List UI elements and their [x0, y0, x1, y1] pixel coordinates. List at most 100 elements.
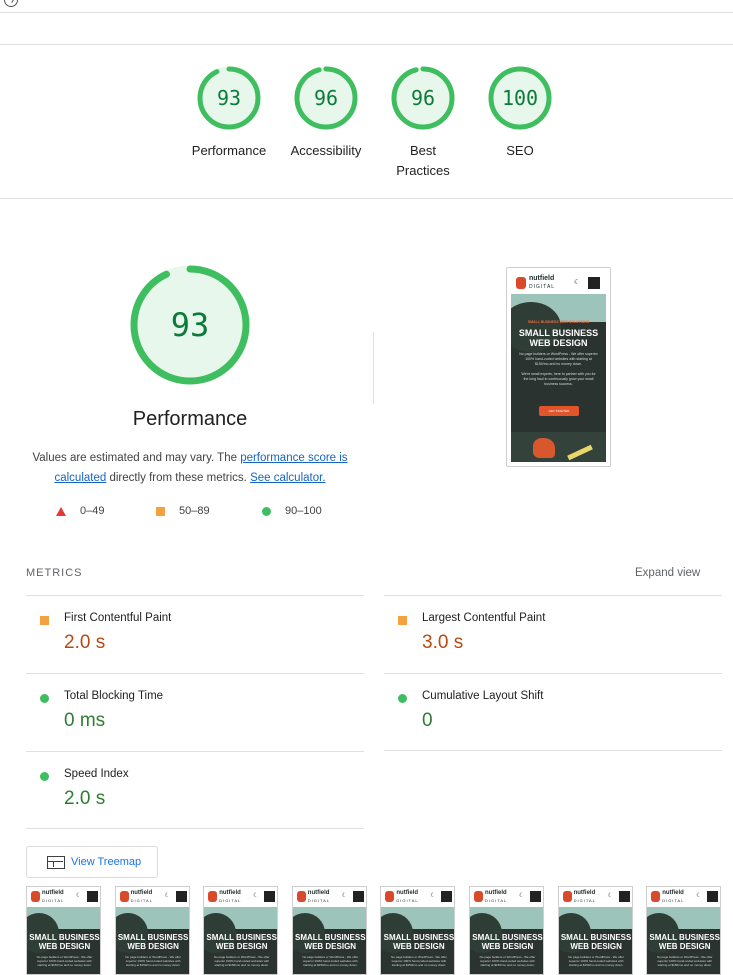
- performance-title: Performance: [132, 408, 248, 430]
- gauge-accessibility[interactable]: 96 Accessibility: [278, 65, 374, 161]
- metric-label: Largest Contentful Paint: [422, 612, 546, 624]
- hero-cta: GET STARTED: [539, 406, 579, 416]
- squirrel-logo-icon: [516, 277, 526, 289]
- hero-text: No page builders or WordPress - We offer…: [656, 955, 713, 967]
- squirrel-logo-icon: [296, 891, 306, 902]
- moon-icon: ☾: [519, 893, 525, 899]
- filmstrip-frame: nutfield DIGITAL ☾ SMALL BUSINESS WEB DESIG…: [380, 886, 456, 975]
- hero-title: SMALL BUSINESS WEB DESIGN: [472, 933, 543, 951]
- hero-title: SMALL BUSINESS WEB DESIGN: [649, 933, 720, 951]
- menu-icon: [352, 891, 364, 902]
- site-header: nutfield DIGITAL ☾: [292, 887, 366, 907]
- gauge-ring: 93: [196, 65, 262, 131]
- legend-average: 50–89: [156, 505, 210, 517]
- gauge-label: Best Practices: [396, 143, 450, 178]
- treemap-label: View Treemap: [71, 856, 142, 868]
- site-brand: nutfield DIGITAL: [573, 890, 596, 903]
- hero-text: No page builders or WordPress - We offer…: [125, 955, 181, 967]
- see-calculator-link[interactable]: See calculator.: [250, 472, 325, 484]
- metric-first-contentful-paint: First Contentful Paint 2.0 s: [26, 595, 364, 673]
- hero-title: SMALL BUSINESS WEB DESIGN: [560, 933, 632, 951]
- square-icon: [398, 616, 407, 625]
- legend-range: 50–89: [179, 505, 210, 517]
- filmstrip-frame: nutfield DIGITAL ☾ SMALL BUSINESS WEB DESIG…: [557, 886, 633, 975]
- circle-icon: [40, 694, 49, 703]
- gauge-score: 96: [313, 86, 339, 110]
- hero-text: No page builders or WordPress - We offer…: [36, 955, 93, 967]
- moon-icon: ☾: [574, 279, 581, 286]
- squirrel-logo-icon: [385, 891, 395, 902]
- squirrel-illustration: [533, 438, 555, 458]
- hero-title: SMALL BUSINESS WEB DESIGN: [29, 933, 100, 951]
- site-brand: nutfield DIGITAL: [219, 890, 242, 903]
- gauge-label: Accessibility: [290, 143, 362, 158]
- reload-icon[interactable]: [4, 0, 18, 7]
- metrics-heading: METRICS: [26, 567, 83, 579]
- legend-pass: 90–100: [262, 505, 322, 517]
- squirrel-logo-icon: [31, 891, 40, 902]
- squirrel-logo-icon: [474, 891, 483, 902]
- note-text: directly from these metrics.: [106, 472, 251, 484]
- expand-view-toggle[interactable]: Expand view: [635, 567, 700, 579]
- gauge-label: Performance: [191, 143, 267, 158]
- site-brand: nutfield DIGITAL: [307, 890, 331, 903]
- site-header: nutfield DIGITAL ☾: [511, 272, 606, 294]
- filmstrip-frame: nutfield DIGITAL ☾ SMALL BUSINESS WEB DESIG…: [469, 886, 544, 975]
- hero-title: SMALL BUSINESS WEB DESIGN: [295, 933, 366, 951]
- moon-icon: ☾: [76, 893, 82, 899]
- metric-value: 0: [422, 710, 433, 731]
- gauge-score: 96: [410, 86, 436, 110]
- moon-icon: ☾: [696, 893, 702, 899]
- metric-largest-contentful-paint: Largest Contentful Paint 3.0 s: [384, 595, 722, 673]
- site-header: nutfield DIGITAL ☾: [204, 887, 278, 907]
- gauge-ring: 96: [390, 65, 456, 131]
- moon-icon: ☾: [430, 893, 436, 899]
- filmstrip-frame: nutfield DIGITAL ☾ SMALL BUSINESS WEB DESIG…: [26, 886, 101, 975]
- site-brand: nutfield DIGITAL: [396, 890, 419, 903]
- hero-title: SMALL BUSINESS WEB DESIGN: [117, 933, 189, 951]
- divider: [373, 332, 374, 404]
- hero-text: No page builders or WordPress - We offer…: [519, 352, 598, 386]
- squirrel-logo-icon: [119, 891, 129, 902]
- site-header: nutfield DIGITAL ☾: [558, 887, 632, 907]
- filmstrip-frame: nutfield DIGITAL ☾ SMALL BUSINESS WEB DESIG…: [646, 886, 722, 975]
- hero-text: No page builders or WordPress - We offer…: [479, 955, 536, 967]
- triangle-icon: [56, 506, 66, 516]
- site-header: nutfield DIGITAL ☾: [647, 887, 721, 907]
- note-text: Values are estimated and may vary. The: [32, 452, 241, 464]
- gauge-label: SEO: [506, 143, 534, 158]
- final-screenshot[interactable]: nutfield DIGITAL ☾ SMALL BUSINESS WEB SOL…: [506, 267, 611, 467]
- top-toolbar: [0, 0, 733, 13]
- metric-total-blocking-time: Total Blocking Time 0 ms: [26, 673, 364, 751]
- metric-value: 2.0 s: [64, 632, 106, 653]
- divider: [26, 828, 364, 829]
- hero-text: No page builders or WordPress - We offer…: [302, 955, 359, 967]
- metric-label: First Contentful Paint: [64, 612, 172, 624]
- menu-icon: [441, 891, 453, 902]
- legend-fail: 0–49: [56, 505, 104, 517]
- divider: [384, 750, 722, 751]
- legend-range: 90–100: [285, 505, 322, 517]
- gauge-best-practices[interactable]: 96 Best Practices: [375, 65, 471, 181]
- site-header: nutfield DIGITAL ☾: [115, 887, 189, 907]
- circle-icon: [398, 694, 407, 703]
- performance-score: 93: [170, 306, 210, 344]
- site-brand: nutfield DIGITAL: [662, 890, 685, 903]
- treemap-icon: [47, 855, 65, 869]
- gauge-score: 100: [501, 86, 539, 110]
- gauge-seo[interactable]: 100 SEO: [472, 65, 568, 161]
- site-header: nutfield DIGITAL ☾: [381, 887, 455, 907]
- moon-icon: ☾: [607, 893, 613, 899]
- filmstrip-frame: nutfield DIGITAL ☾ SMALL BUSINESS WEB DESIG…: [291, 886, 367, 975]
- view-treemap-button[interactable]: View Treemap: [26, 846, 158, 878]
- gauge-performance[interactable]: 93 Performance: [181, 65, 277, 161]
- menu-icon: [588, 277, 600, 289]
- square-icon: [156, 506, 165, 516]
- site-brand: nutfield DIGITAL: [42, 890, 65, 903]
- site-brand: nutfield DIGITAL: [130, 890, 153, 903]
- filmstrip-frame: nutfield DIGITAL ☾ SMALL BUSINESS WEB DESIG…: [203, 886, 279, 975]
- site-header: nutfield DIGITAL ☾: [470, 887, 543, 907]
- circle-icon: [40, 772, 49, 781]
- squirrel-logo-icon: [562, 891, 572, 902]
- gauge-ring: 100: [487, 65, 553, 131]
